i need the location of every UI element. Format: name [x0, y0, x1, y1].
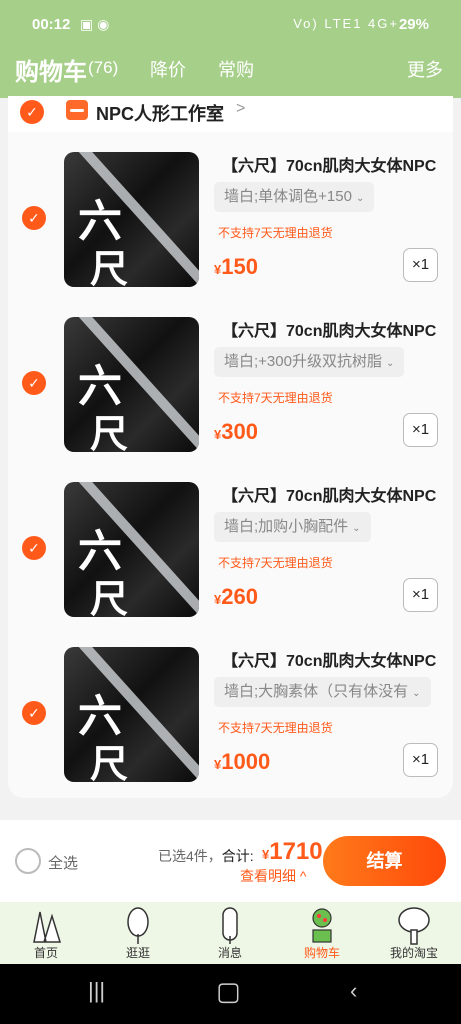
recent-apps-icon[interactable]: |||	[88, 978, 105, 1004]
quantity-button[interactable]: ×1	[403, 578, 438, 612]
return-policy-note: 不支持7天无理由退货	[218, 556, 333, 570]
product-title[interactable]: 【六尺】70cn肌肉大女体NPC	[222, 317, 436, 341]
chevron-down-icon: ⌄	[352, 523, 361, 534]
quantity-button[interactable]: ×1	[403, 248, 438, 282]
status-time: 00:12	[32, 16, 71, 33]
back-icon[interactable]: ‹	[350, 978, 357, 1004]
explore-tree-icon	[127, 907, 149, 944]
item-price: ¥150	[214, 254, 258, 279]
home-icon[interactable]: ▢	[216, 976, 241, 1007]
product-image[interactable]: 六 尺	[64, 317, 199, 452]
checkout-bar: 全选 已选4件，合计: ¥1710 查看明细 ^ 结算	[0, 820, 461, 902]
view-details-link[interactable]: 查看明细 ^	[240, 866, 306, 886]
product-image[interactable]: 六 尺	[64, 647, 199, 782]
tab-messages[interactable]: 消息	[184, 902, 276, 964]
chevron-right-icon: >	[236, 100, 246, 117]
item-check-icon[interactable]: ✓	[22, 371, 46, 395]
cart-count: (76)	[88, 58, 119, 77]
selection-summary: 已选4件，合计:	[158, 848, 254, 864]
sku-selector[interactable]: 墙白;+300升级双抗树脂 ⌄	[214, 347, 405, 377]
tab-price-drop[interactable]: 降价	[150, 56, 186, 82]
cart-item: ✓ 六 尺 【六尺】70cn肌肉大女体NPC 墙白;+300升级双抗树脂 ⌄ 不支…	[8, 317, 453, 477]
item-price: ¥260	[214, 584, 258, 609]
sku-selector[interactable]: 墙白;大胸素体（只有体没有 ⌄	[214, 677, 431, 707]
select-all-radio[interactable]	[15, 848, 41, 874]
item-check-icon[interactable]: ✓	[22, 536, 46, 560]
product-image[interactable]: 六 尺	[64, 482, 199, 617]
return-policy-note: 不支持7天无理由退货	[218, 391, 333, 405]
item-price: ¥300	[214, 419, 258, 444]
product-image[interactable]: 六 尺	[64, 152, 199, 287]
sku-selector[interactable]: 墙白;加购小胸配件 ⌄	[214, 512, 371, 542]
cart-item: ✓ 六 尺 【六尺】70cn肌肉大女体NPC 墙白;单体调色+150 ⌄ 不支持7…	[8, 152, 453, 312]
quantity-button[interactable]: ×1	[403, 743, 438, 777]
item-check-icon[interactable]: ✓	[22, 701, 46, 725]
quantity-button[interactable]: ×1	[403, 413, 438, 447]
item-check-icon[interactable]: ✓	[22, 206, 46, 230]
shop-check-icon[interactable]: ✓	[20, 100, 44, 124]
product-title[interactable]: 【六尺】70cn肌肉大女体NPC	[222, 152, 436, 176]
sku-selector[interactable]: 墙白;单体调色+150 ⌄	[214, 182, 375, 212]
more-button[interactable]: 更多	[407, 56, 443, 82]
shop-icon	[66, 100, 88, 120]
tab-frequent[interactable]: 常购	[218, 56, 254, 82]
tab-cart[interactable]: 购物车	[276, 902, 368, 964]
bottom-tab-bar: 首页 逛逛 消息 购物车 我的淘宝	[0, 902, 461, 964]
product-title[interactable]: 【六尺】70cn肌肉大女体NPC	[222, 482, 436, 506]
chevron-down-icon: ⌄	[385, 358, 395, 369]
tab-home[interactable]: 首页	[0, 902, 92, 964]
tab-explore[interactable]: 逛逛	[92, 902, 184, 964]
total-price: ¥1710	[262, 838, 323, 865]
battery-level: 29%	[398, 16, 429, 33]
system-nav-bar: ||| ▢ ‹	[0, 964, 461, 1024]
shop-row[interactable]: ✓ NPC人形工作室 >	[8, 96, 453, 132]
cart-item: ✓ 六 尺 【六尺】70cn肌肉大女体NPC 墙白;加购小胸配件 ⌄ 不支持7天无…	[8, 482, 453, 642]
cart-item: ✓ 六 尺 【六尺】70cn肌肉大女体NPC 墙白;大胸素体（只有体没有 ⌄ 不支…	[8, 647, 453, 807]
notification-icons: ▣ ◉	[80, 16, 110, 32]
home-tree-icon	[33, 911, 62, 943]
message-tree-icon	[222, 907, 238, 944]
chevron-down-icon: ⌄	[355, 193, 365, 204]
profile-tree-icon	[398, 907, 430, 945]
return-policy-note: 不支持7天无理由退货	[218, 226, 333, 240]
checkout-button[interactable]: 结算	[323, 836, 446, 886]
select-all-label[interactable]: 全选	[48, 852, 78, 873]
shop-name[interactable]: NPC人形工作室	[96, 100, 224, 126]
item-price: ¥1000	[214, 749, 271, 774]
status-bar: 00:12 ▣ ◉ Vo) LTE1 4G+ 29%	[0, 0, 461, 48]
signal-indicator: Vo) LTE1 4G+	[293, 16, 399, 31]
return-policy-note: 不支持7天无理由退货	[218, 721, 333, 735]
product-title[interactable]: 【六尺】70cn肌肉大女体NPC	[222, 647, 436, 671]
chevron-down-icon: ⌄	[412, 688, 421, 699]
cart-header: 购物车 (76) 降价 常购 更多	[0, 48, 461, 98]
shop-cart-group: ✓ NPC人形工作室 > ✓ 六 尺 【六尺】70cn肌肉大女体NPC 墙白;单…	[8, 96, 453, 798]
cart-tree-icon	[312, 908, 332, 943]
tab-profile[interactable]: 我的淘宝	[368, 902, 460, 964]
page-title: 购物车	[15, 59, 87, 86]
